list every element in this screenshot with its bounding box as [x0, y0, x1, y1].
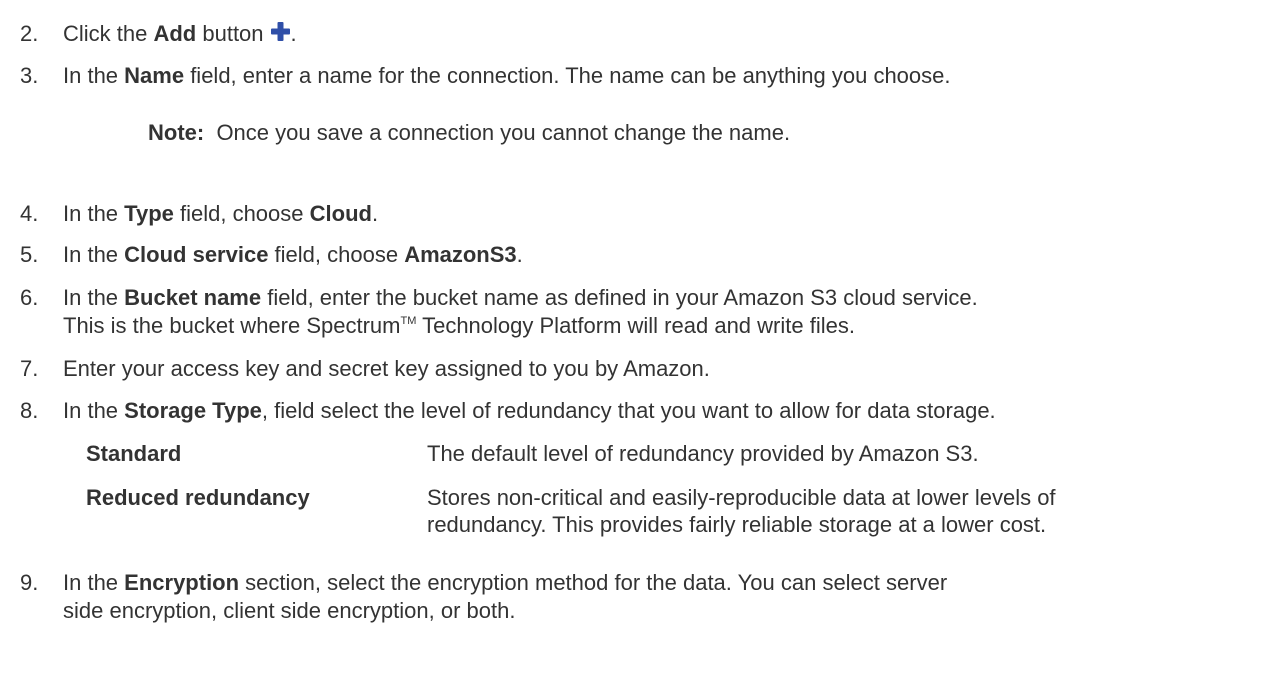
storage-def-standard: The default level of redundancy provided…: [427, 441, 979, 466]
step-number: 2.: [20, 21, 39, 46]
step-number: 4.: [20, 201, 39, 226]
note-text: Once you save a connection you cannot ch…: [204, 120, 791, 145]
storage-def-reduced: Stores non-critical and easily-reproduci…: [427, 485, 1056, 510]
step-number: 3.: [20, 63, 39, 88]
step-text: In the Encryption section, select the en…: [63, 570, 948, 595]
step-number: 8.: [20, 398, 39, 423]
ui-term: Name: [124, 63, 185, 88]
storage-def-reduced-line-2: redundancy. This provides fairly reliabl…: [427, 512, 1047, 537]
step-number: 6.: [20, 285, 39, 310]
step-text-line-2: side encryption, client side encryption,…: [63, 598, 516, 623]
plus-icon: [270, 21, 291, 48]
step-text: Click the Add button.: [63, 21, 297, 48]
note-label: Note:: [148, 120, 205, 145]
step-text-line-2: This is the bucket where SpectrumTM Tech…: [63, 313, 855, 338]
storage-term-reduced: Reduced redundancy: [86, 485, 310, 510]
note: Note: Once you save a connection you can…: [148, 119, 790, 146]
step-number: 9.: [20, 570, 39, 595]
step-text: In the Bucket name field, enter the buck…: [63, 285, 978, 310]
step-text: In the Type field, choose Cloud.: [63, 201, 379, 226]
step-text: In the Name field, enter a name for the …: [63, 63, 951, 88]
step-text: In the Storage Type, field select the le…: [63, 398, 996, 423]
ui-term: Add: [153, 21, 197, 46]
step-number: 7.: [20, 356, 39, 381]
step-number: 5.: [20, 242, 39, 267]
step-text: Enter your access key and secret key ass…: [63, 356, 710, 381]
step-text: In the Cloud service field, choose Amazo…: [63, 242, 523, 267]
storage-term-standard: Standard: [86, 441, 182, 466]
